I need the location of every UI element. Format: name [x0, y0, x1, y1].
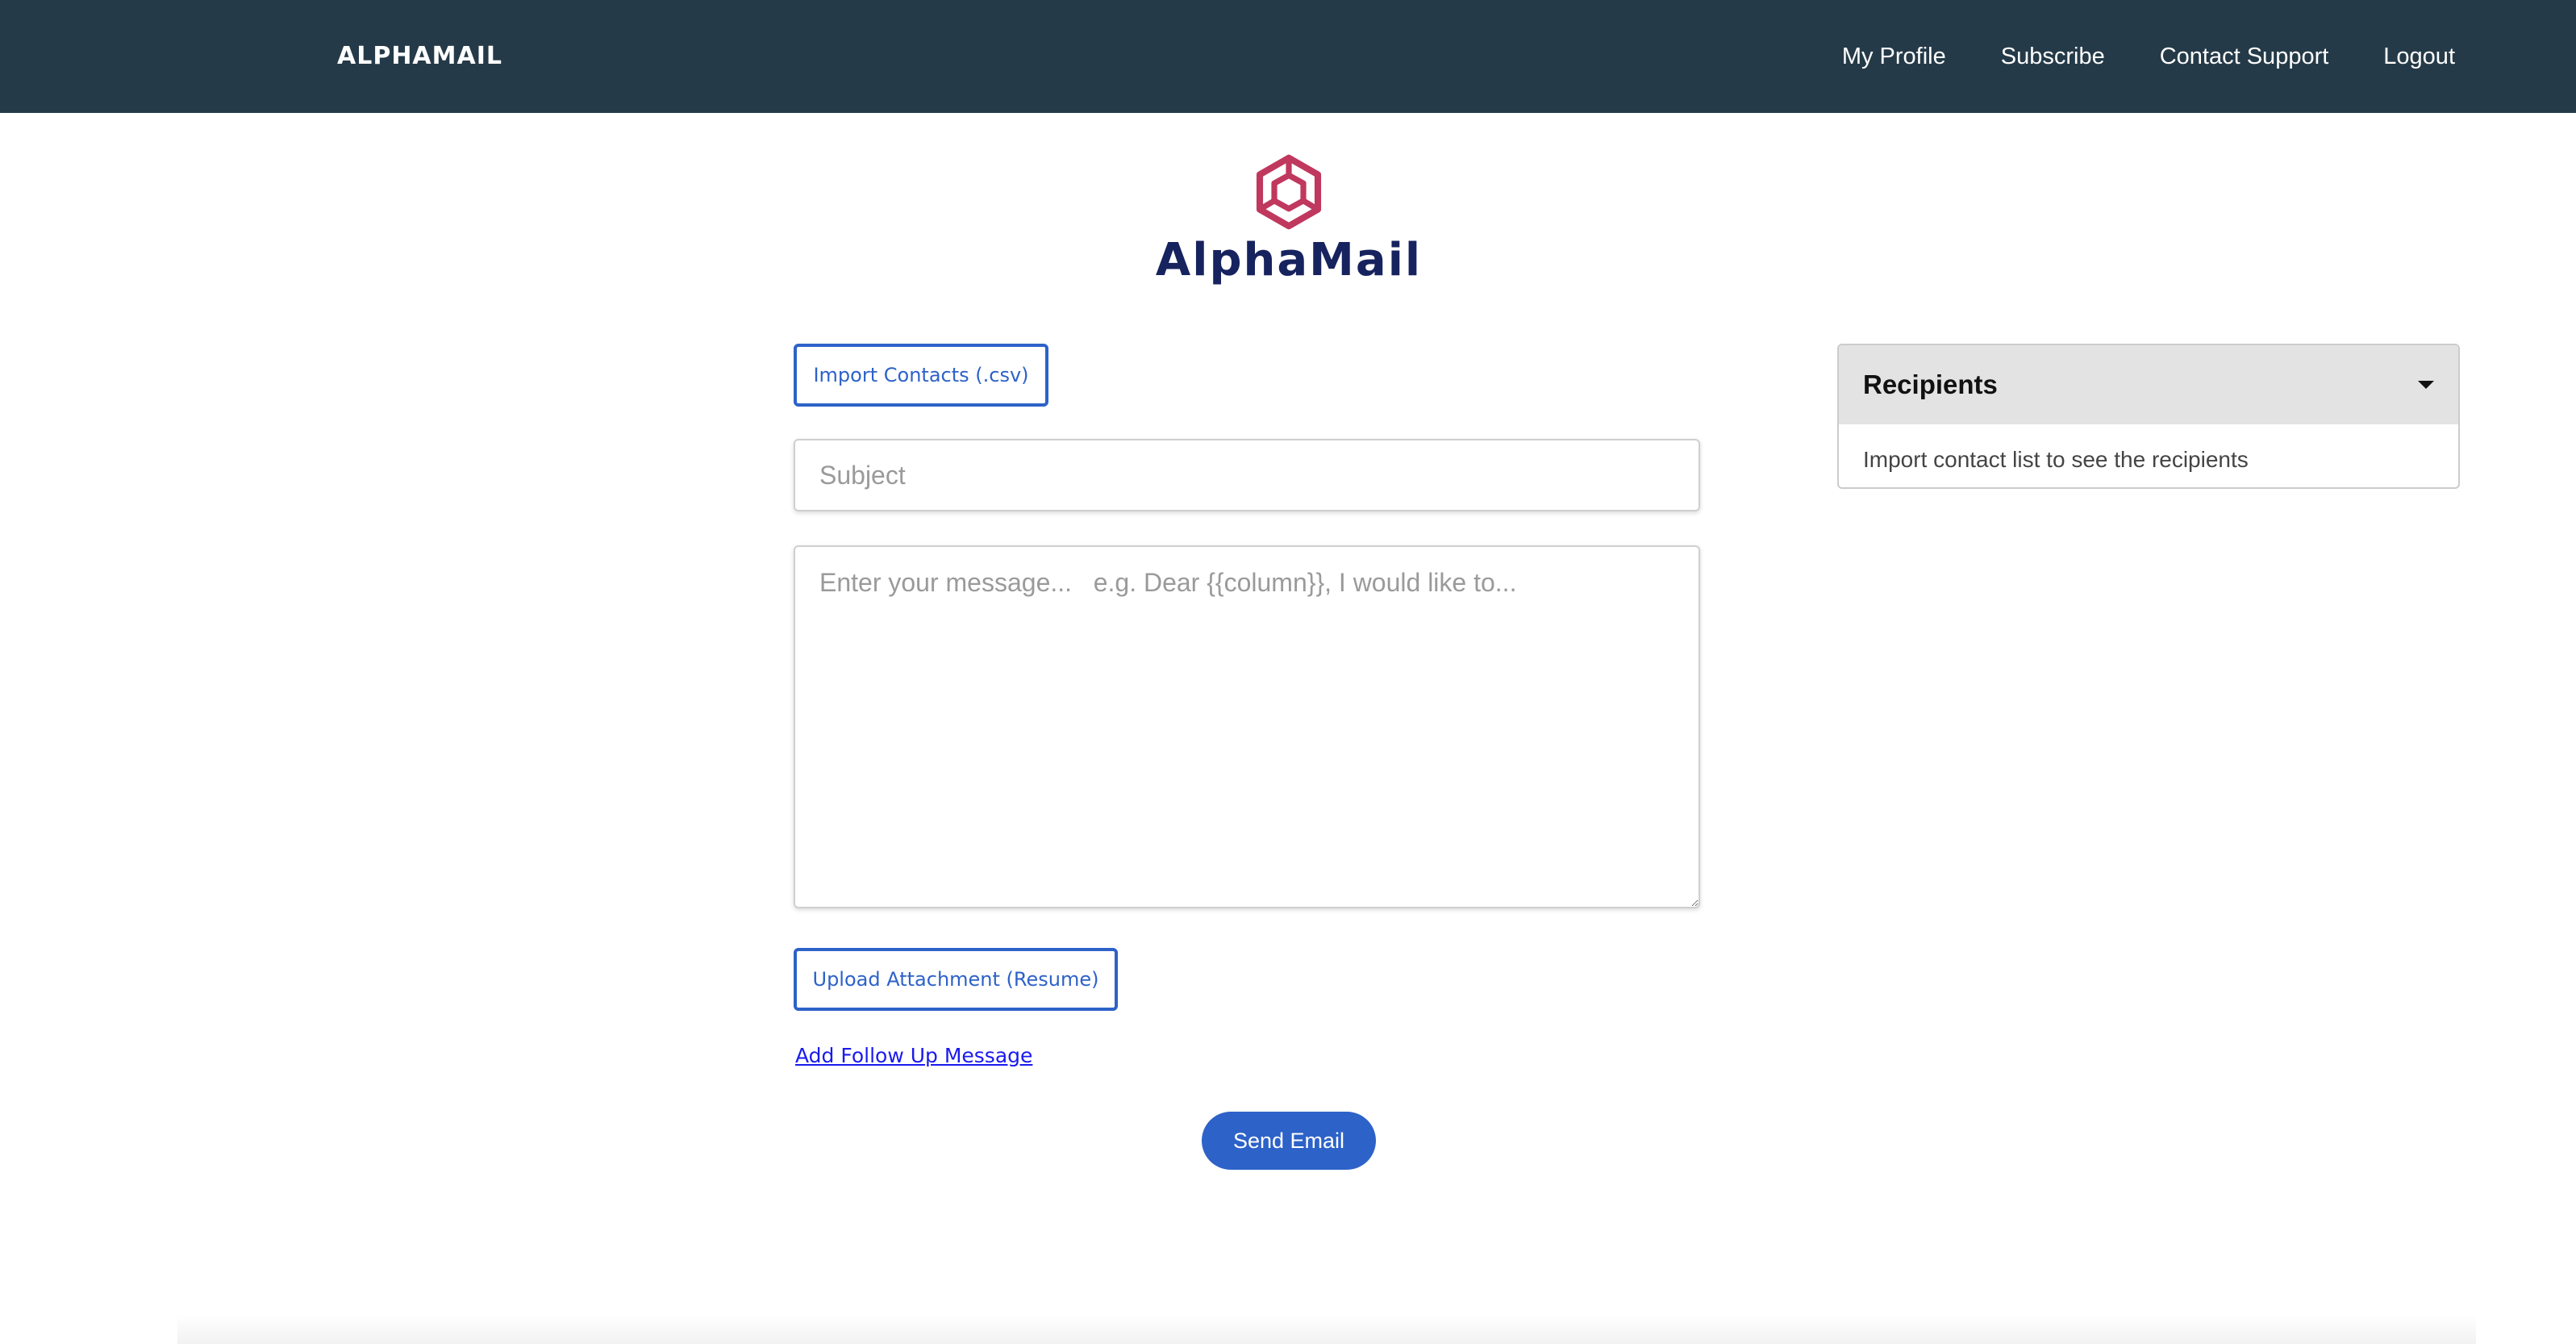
nav-subscribe[interactable]: Subscribe: [2001, 40, 2105, 73]
logo-text: AlphaMail: [1155, 234, 1423, 286]
subject-input[interactable]: [794, 439, 1700, 511]
import-contacts-button[interactable]: Import Contacts (.csv): [794, 344, 1048, 407]
recipients-header[interactable]: Recipients: [1839, 345, 2458, 424]
caret-down-icon[interactable]: [2418, 381, 2434, 389]
footer-divider: [177, 1315, 2476, 1344]
upload-attachment-button[interactable]: Upload Attachment (Resume): [794, 948, 1118, 1011]
main-nav: My Profile Subscribe Contact Support Log…: [1842, 40, 2455, 73]
nav-contact-support[interactable]: Contact Support: [2160, 40, 2329, 73]
recipients-title: Recipients: [1863, 369, 1998, 399]
app-logo: AlphaMail: [1129, 153, 1448, 289]
nav-logout[interactable]: Logout: [2383, 40, 2455, 73]
add-follow-up-link[interactable]: Add Follow Up Message: [795, 1042, 1032, 1070]
message-textarea[interactable]: [794, 545, 1700, 908]
send-email-button[interactable]: Send Email: [1202, 1112, 1376, 1170]
recipients-empty-text: Import contact list to see the recipient…: [1863, 447, 2249, 472]
nav-my-profile[interactable]: My Profile: [1842, 40, 1946, 73]
top-navbar: ALPHAMAIL My Profile Subscribe Contact S…: [0, 0, 2576, 113]
recipients-panel: Recipients Import contact list to see th…: [1837, 344, 2460, 489]
hexagon-cube-icon: [1256, 154, 1322, 230]
brand-name[interactable]: ALPHAMAIL: [337, 40, 502, 73]
